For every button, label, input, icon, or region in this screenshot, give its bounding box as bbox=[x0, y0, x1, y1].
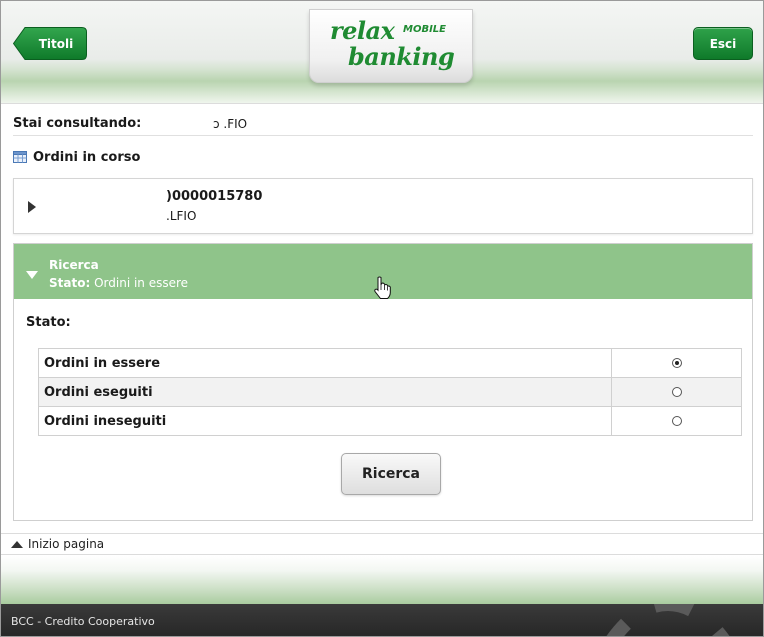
footer-bar: BCC - Credito Cooperativo bbox=[1, 604, 763, 636]
collapse-arrow-icon[interactable] bbox=[26, 271, 38, 279]
search-status-value: Ordini in essere bbox=[94, 276, 189, 290]
back-to-top-label: Inizio pagina bbox=[28, 537, 105, 551]
logo-banking-text: banking bbox=[348, 42, 455, 71]
search-panel-title: Ricerca bbox=[49, 258, 99, 272]
status-option-label: Ordini ineseguiti bbox=[38, 406, 612, 436]
app-frame: Titoli relax MOBILE banking Esci Stai co… bbox=[0, 0, 764, 637]
account-item[interactable]: )0000015780 .LFIO bbox=[13, 178, 753, 234]
table-icon bbox=[13, 151, 27, 163]
search-status-prefix: Stato: bbox=[49, 276, 91, 290]
expand-arrow-icon[interactable] bbox=[28, 201, 36, 213]
status-option-radio-cell[interactable] bbox=[611, 348, 742, 378]
status-option-radio-cell[interactable] bbox=[611, 377, 742, 407]
radio-button[interactable] bbox=[671, 387, 682, 397]
triangle-up-icon bbox=[11, 540, 23, 548]
logo-relax-text: relax bbox=[330, 16, 395, 45]
status-label: Stato: bbox=[26, 315, 71, 330]
footer-text: BCC - Credito Cooperativo bbox=[11, 614, 155, 628]
consulting-row: Stai consultando: ↄ .FIO bbox=[13, 112, 753, 136]
consulting-value: ↄ .FIO bbox=[213, 116, 248, 131]
radio-button[interactable] bbox=[671, 416, 682, 426]
back-button[interactable]: Titoli bbox=[13, 27, 87, 60]
hand-cursor-icon bbox=[374, 276, 391, 299]
status-option-radio-cell[interactable] bbox=[611, 406, 742, 436]
radio-button-checked[interactable] bbox=[671, 358, 682, 368]
back-button-label: Titoli bbox=[38, 36, 74, 51]
back-to-top-link[interactable]: Inizio pagina bbox=[1, 533, 763, 555]
bottom-gradient-band bbox=[1, 556, 763, 604]
status-option-row[interactable]: Ordini eseguiti bbox=[38, 377, 742, 407]
section-title-text: Ordini in corso bbox=[33, 149, 141, 165]
search-panel-header[interactable]: Ricerca Stato: Ordini in essere bbox=[14, 244, 752, 299]
relax-banking-logo: relax MOBILE banking bbox=[309, 9, 473, 83]
status-options-table: Ordini in essere Ordini eseguiti Ordini … bbox=[38, 348, 742, 436]
exit-button[interactable]: Esci bbox=[693, 27, 753, 60]
account-holder-name: .LFIO bbox=[166, 209, 197, 223]
status-option-row[interactable]: Ordini in essere bbox=[38, 348, 742, 378]
status-option-label: Ordini eseguiti bbox=[38, 377, 612, 407]
status-option-label: Ordini in essere bbox=[38, 348, 612, 378]
status-option-row[interactable]: Ordini ineseguiti bbox=[38, 406, 742, 436]
logo-mobile-text: MOBILE bbox=[403, 24, 446, 35]
account-number: )0000015780 bbox=[166, 189, 263, 204]
search-status-summary: Stato: Ordini in essere bbox=[49, 276, 188, 290]
consulting-label: Stai consultando: bbox=[13, 116, 142, 131]
section-title: Ordini in corso bbox=[13, 145, 140, 169]
search-button[interactable]: Ricerca bbox=[341, 453, 441, 495]
search-panel: Ricerca Stato: Ordini in essere Stato: O… bbox=[13, 243, 753, 521]
header-bar: Titoli relax MOBILE banking Esci bbox=[1, 1, 763, 104]
decorative-arc-icon bbox=[606, 604, 730, 636]
